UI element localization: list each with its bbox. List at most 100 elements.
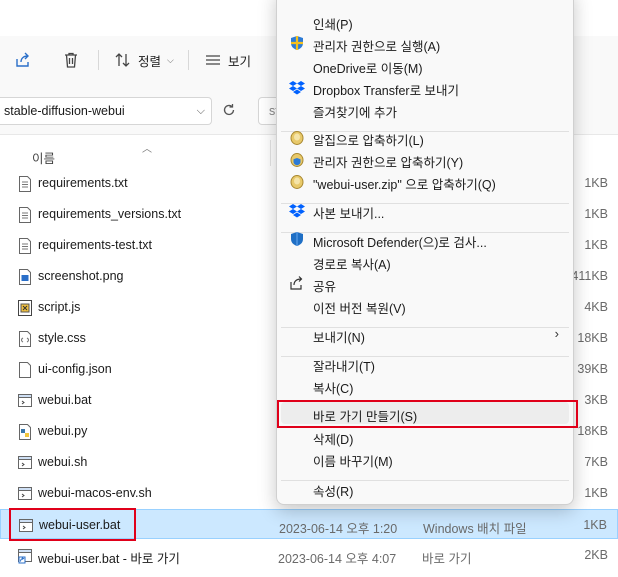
file-name: webui.bat [38, 393, 92, 407]
menu-item-label: "webui-user.zip" 으로 압축하기(Q) [313, 178, 496, 192]
defender-icon [289, 231, 305, 247]
menu-item-label: 잘라내기(T) [313, 360, 375, 374]
chevron-down-icon: ⌵ [167, 54, 174, 65]
share-button[interactable] [14, 36, 32, 84]
menu-item-rename[interactable]: 이름 바꾸기(M) [281, 447, 569, 469]
file-size: 2KB [584, 548, 608, 562]
menu-item-copy[interactable]: 복사(C) [281, 374, 569, 396]
file-type: 바로 가기 [422, 552, 472, 566]
file-size: 18KB [577, 424, 608, 438]
context-menu: 인쇄(P) 관리자 권한으로 실행(A) OneDrive로 이동(M) Dropbo… [276, 0, 574, 505]
refresh-button[interactable] [222, 103, 236, 120]
menu-item-label: 속성(R) [313, 485, 354, 499]
sort-button[interactable]: 정렬 ⌵ [114, 36, 174, 84]
menu-item-label: 사본 보내기... [313, 207, 385, 221]
menu-item-run-as-admin[interactable]: 관리자 권한으로 실행(A) [281, 32, 569, 54]
menu-item-copy-as-path[interactable]: 경로로 복사(A) [281, 250, 569, 272]
file-name: requirements_versions.txt [38, 207, 182, 221]
file-name: ui-config.json [38, 362, 112, 376]
view-label: 보기 [228, 54, 252, 69]
sort-icon [115, 53, 130, 67]
menu-item-delete[interactable]: 삭제(D) [281, 425, 569, 447]
menu-item-alzip-compress[interactable]: 알집으로 압축하기(L) [281, 126, 569, 148]
python-file-icon [18, 424, 32, 440]
js-file-icon [18, 300, 32, 316]
menu-item-cut[interactable]: 잘라내기(T) [281, 352, 569, 374]
file-name: webui.py [38, 424, 88, 438]
file-date: 2023-06-14 오후 1:20 [279, 522, 398, 536]
image-file-icon [18, 269, 32, 285]
menu-item-print[interactable]: 인쇄(P) [281, 10, 569, 32]
file-size: 1KB [584, 238, 608, 252]
file-size: 3KB [584, 393, 608, 407]
file-name: screenshot.png [38, 269, 124, 283]
menu-item-alzip-compress-admin[interactable]: 관리자 권한으로 압축하기(Y) [281, 148, 569, 170]
file-icon [18, 362, 32, 378]
menu-item-properties[interactable]: 속성(R) [281, 477, 569, 499]
file-type: Windows 배치 파일 [423, 522, 527, 536]
menu-item-label: Microsoft Defender(으)로 검사... [313, 236, 487, 250]
menu-item-add-to-favorites[interactable]: 즐겨찾기에 추가 [281, 98, 569, 120]
file-row[interactable]: webui-user.bat - 바로 가기 2023-06-14 오후 4:07… [0, 540, 618, 570]
alzip-icon [289, 173, 305, 189]
delete-button[interactable] [62, 36, 80, 84]
shortcut-icon [18, 548, 32, 564]
menu-item-label: 이름 바꾸기(M) [313, 455, 393, 469]
view-button[interactable]: 보기 [204, 36, 251, 84]
menu-item-label: 관리자 권한으로 실행(A) [313, 40, 441, 54]
menu-item-compress-to-zip[interactable]: "webui-user.zip" 으로 압축하기(Q) [281, 170, 569, 192]
file-name: script.js [38, 300, 81, 314]
menu-item-label: 관리자 권한으로 압축하기(Y) [313, 156, 464, 170]
menu-item-label: OneDrive로 이동(M) [313, 62, 423, 76]
share-icon [289, 275, 305, 291]
alzip-icon [289, 129, 305, 145]
file-date: 2023-06-14 오후 4:07 [278, 552, 397, 566]
menu-item-label: 복사(C) [313, 382, 354, 396]
file-size: 18KB [577, 331, 608, 345]
selected-file-highlight [9, 508, 136, 541]
css-file-icon [18, 331, 32, 347]
menu-item-label: 공유 [313, 280, 337, 294]
sort-arrow-icon: ︿ [142, 144, 152, 155]
menu-item-label: Dropbox Transfer로 보내기 [313, 84, 460, 98]
file-size: 7KB [584, 455, 608, 469]
file-size: 411KB [571, 269, 608, 283]
batch-file-icon [18, 455, 32, 471]
share-icon [16, 52, 29, 67]
text-file-icon [18, 238, 32, 254]
chevron-down-icon[interactable]: ⌵ [197, 105, 205, 118]
menu-item-restore-previous-versions[interactable]: 이전 버전 복원(V) [281, 294, 569, 316]
sort-label: 정렬 [138, 54, 162, 69]
batch-file-icon [18, 486, 32, 502]
menu-item-move-to-onedrive[interactable]: OneDrive로 이동(M) [281, 54, 569, 76]
view-list-icon [206, 55, 220, 65]
menu-item-label: 보내기(N) [313, 331, 365, 345]
menu-item-label: 경로로 복사(A) [313, 258, 391, 272]
file-size: 39KB [577, 362, 608, 376]
menu-item-send-to[interactable]: 보내기(N) › [281, 323, 569, 345]
file-name: webui-user.bat - 바로 가기 [38, 552, 180, 566]
alzip-admin-icon [289, 151, 305, 167]
file-size: 4KB [584, 300, 608, 314]
dropbox-icon [289, 202, 305, 218]
menu-item-dropbox-transfer[interactable]: Dropbox Transfer로 보내기 [281, 76, 569, 98]
address-path: stable-diffusion-webui [4, 104, 125, 118]
file-name: style.css [38, 331, 86, 345]
file-name: webui.sh [38, 455, 88, 469]
batch-file-icon [18, 393, 32, 409]
file-name: requirements-test.txt [38, 238, 152, 252]
address-bar[interactable]: stable-diffusion-webui ⌵ [0, 97, 212, 125]
menu-item-share[interactable]: 공유 [281, 272, 569, 294]
file-size: 1KB [584, 176, 608, 190]
menu-item-label: 알집으로 압축하기(L) [313, 134, 424, 148]
file-name: webui-macos-env.sh [38, 486, 152, 500]
chevron-right-icon: › [554, 326, 559, 341]
column-name-header[interactable]: 이름 [32, 148, 55, 167]
text-file-icon [18, 207, 32, 223]
trash-icon [65, 52, 77, 68]
menu-item-send-copy[interactable]: 사본 보내기... [281, 199, 569, 221]
text-file-icon [18, 176, 32, 192]
menu-item-label: 이전 버전 복원(V) [313, 302, 406, 316]
menu-item-defender-scan[interactable]: Microsoft Defender(으)로 검사... [281, 228, 569, 250]
dropbox-icon [289, 79, 305, 95]
